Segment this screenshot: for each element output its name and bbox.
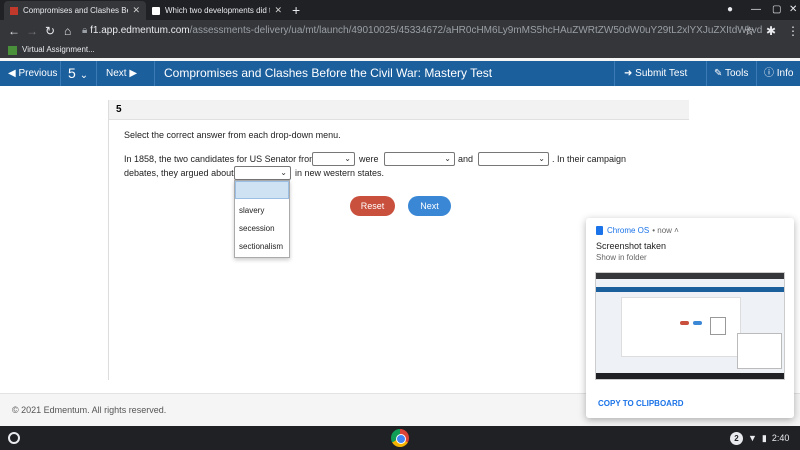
browser-tab-2[interactable]: Which two developments did the ✕ [146, 1, 288, 20]
bookmark-virtual-assignment[interactable]: Virtual Assignment... [8, 43, 95, 57]
lock-icon: 🔒︎ [82, 25, 88, 36]
copyright-text: © 2021 Edmentum. All rights reserved. [12, 405, 167, 415]
battery-icon: ▮ [761, 433, 767, 443]
chevron-down-icon: ⌄ [538, 154, 545, 163]
question-text-1: In 1858, the two candidates for US Senat… [124, 154, 317, 164]
browser-toolbar: ← → ↻ ⌂ 🔒︎ f1.app.edmentum.com/assessmen… [0, 20, 800, 42]
browser-tab-strip: Compromises and Clashes Befo ✕ Which two… [0, 0, 800, 20]
tab-title: Which two developments did the [165, 6, 271, 15]
notification-source-label: Chrome OS [607, 226, 650, 235]
extensions-icon[interactable]: ✱ [766, 20, 776, 42]
bookmark-icon [8, 45, 17, 55]
next-button[interactable]: Next [408, 196, 451, 216]
notification-time: • now ˄ [652, 226, 679, 235]
close-icon[interactable]: ✕ [132, 5, 140, 16]
dropdown-option[interactable]: sectionalism [235, 238, 289, 256]
address-bar[interactable]: 🔒︎ f1.app.edmentum.com/assessments-deliv… [82, 22, 762, 40]
dropdown-4-options: slavery secession sectionalism [234, 180, 290, 258]
url-host: f1.app.edmentum.com [90, 25, 190, 36]
bookmark-star-icon[interactable]: ☆ [744, 20, 755, 42]
dropdown-4[interactable]: ⌄ [234, 166, 291, 180]
close-window-icon[interactable]: ✕ [789, 0, 797, 20]
tools-label: Tools [724, 68, 749, 79]
edmentum-favicon-icon [10, 6, 18, 15]
previous-label: Previous [18, 68, 58, 79]
url-path: /assessments-delivery/ua/mt/launch/49010… [189, 25, 762, 36]
notification-source: Chrome OS • now ˄ [596, 226, 679, 235]
status-tray[interactable]: 2 ▼ ▮ 2:40 [730, 430, 789, 446]
question-text-6: in new western states. [295, 168, 385, 178]
chevron-down-icon: ⌄ [444, 154, 451, 163]
notification-title: Screenshot taken [596, 241, 667, 251]
show-in-folder-link[interactable]: Show in folder [596, 253, 647, 262]
next-label: Next [106, 68, 127, 79]
next-nav-button[interactable]: Next ▶ [106, 61, 137, 86]
dropdown-option-blank[interactable] [235, 181, 289, 199]
chevron-down-icon: ⌄ [344, 154, 351, 163]
test-title: Compromises and Clashes Before the Civil… [164, 66, 493, 80]
close-icon[interactable]: ✕ [274, 5, 282, 16]
screenshot-thumbnail[interactable] [595, 272, 785, 380]
dropdown-2[interactable]: ⌄ [384, 152, 455, 166]
bookmark-label: Virtual Assignment... [22, 45, 95, 54]
question-text-2: were [359, 154, 379, 164]
dropdown-1[interactable]: ⌄ [312, 152, 355, 166]
screenshot-notification[interactable]: Chrome OS • now ˄ Screenshot taken Show … [586, 218, 794, 418]
notification-count-badge: 2 [730, 431, 743, 445]
question-prompt: Select the correct answer from each drop… [124, 130, 341, 140]
tab-title: Compromises and Clashes Befo [23, 6, 129, 15]
minimize-icon[interactable]: — [751, 0, 761, 20]
question-text-4: . In their campaign [552, 154, 627, 164]
chevron-down-icon: ⌄ [280, 168, 287, 177]
menu-icon[interactable]: ⋮ [787, 20, 799, 42]
question-number-bar: 5 [109, 100, 689, 120]
new-tab-button[interactable]: + [292, 1, 300, 19]
profile-icon[interactable]: ● [727, 0, 733, 20]
question-number: 5 [68, 65, 76, 81]
info-label: Info [776, 68, 794, 79]
question-selector[interactable]: 5 ⌄ [68, 61, 88, 86]
wifi-icon: ▼ [748, 433, 757, 443]
previous-button[interactable]: ◀ Previous [8, 61, 57, 86]
launcher-icon[interactable] [8, 432, 20, 444]
submit-label: Submit Test [635, 68, 688, 79]
question-text-5: debates, they argued about [124, 168, 234, 178]
browser-tab-1[interactable]: Compromises and Clashes Befo ✕ [4, 1, 146, 20]
clock: 2:40 [771, 433, 790, 443]
dropdown-option[interactable]: slavery [235, 202, 289, 220]
home-icon[interactable]: ⌂ [64, 20, 71, 42]
forward-icon[interactable]: → [26, 20, 38, 42]
chrome-icon[interactable] [391, 429, 409, 447]
chevron-down-icon: ⌄ [79, 70, 89, 81]
tools-button[interactable]: ✎ Tools [714, 61, 748, 86]
chromeos-shelf: 2 ▼ ▮ 2:40 [0, 426, 800, 450]
reset-button[interactable]: Reset [350, 196, 395, 216]
file-icon [596, 226, 603, 235]
maximize-icon[interactable]: ▢ [772, 0, 781, 20]
copy-to-clipboard-button[interactable]: COPY TO CLIPBOARD [598, 399, 684, 408]
reload-icon[interactable]: ↻ [45, 20, 55, 42]
dropdown-3[interactable]: ⌄ [478, 152, 549, 166]
question-text-3: and [458, 154, 474, 164]
dropdown-option[interactable]: secession [235, 220, 289, 238]
info-button[interactable]: ⓘ Info [764, 61, 793, 86]
submit-test-button[interactable]: ➜ Submit Test [624, 61, 687, 86]
app-header: ◀ Previous 5 ⌄ Next ▶ Compromises and Cl… [0, 61, 800, 86]
back-icon[interactable]: ← [8, 20, 20, 42]
bookmarks-bar: Virtual Assignment... [0, 42, 800, 58]
brainly-favicon-icon [152, 6, 160, 15]
